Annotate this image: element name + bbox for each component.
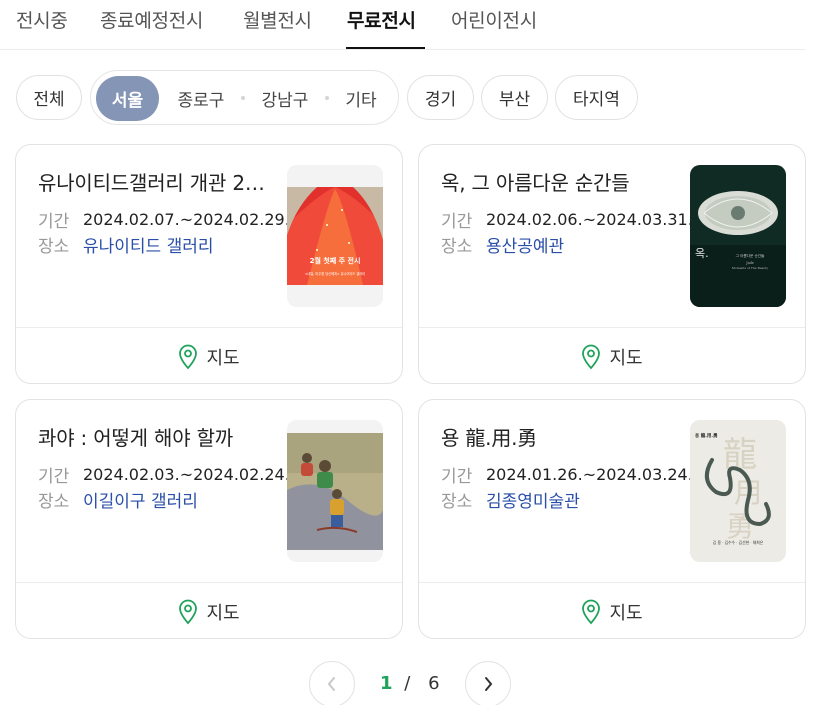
subregion-chip-gangnam[interactable]: 강남구	[253, 76, 317, 121]
region-chip-gyeonggi[interactable]: 경기	[407, 75, 474, 120]
card-footer: 지도	[16, 582, 402, 638]
exhibition-poster[interactable]	[287, 420, 383, 562]
exhibition-title[interactable]: 유나이티드갤러리 개관 2주년 기념전	[38, 167, 278, 196]
page-separator: /	[404, 673, 411, 694]
place-row: 장소 유나이티드 갤러리	[38, 232, 288, 257]
next-page-button[interactable]	[465, 661, 511, 705]
chevron-right-icon	[485, 677, 493, 691]
poster-subline: <내일, 마주할 당신에게> 유나이티드 갤러리	[305, 271, 365, 276]
current-page: 1	[380, 673, 393, 694]
region-chip-all[interactable]: 전체	[16, 75, 82, 120]
chevron-left-icon	[327, 677, 335, 691]
map-pin-icon	[582, 599, 601, 624]
period-label: 기간	[441, 466, 473, 487]
region-chip-other[interactable]: 타지역	[555, 75, 638, 120]
exhibition-card[interactable]: 용 龍.用.勇 기간 2024.01.26.~2024.03.24. 장소 김종…	[418, 399, 806, 639]
poster-subline: 그 아름다운 순간들	[736, 253, 765, 258]
place-row: 장소 김종영미술관	[441, 487, 691, 512]
map-button[interactable]: 지도	[581, 344, 643, 370]
exhibition-poster[interactable]: 옥. 그 아름다운 순간들 Jade Moments of The Beauty	[690, 165, 786, 307]
period-value: 2024.02.06.~2024.03.31.	[486, 209, 691, 229]
map-button[interactable]: 지도	[581, 599, 643, 625]
region-chip-seoul[interactable]: 서울	[96, 76, 159, 121]
exhibition-poster[interactable]: 龍 用 勇 용 龍.用.勇 김 용 · 김수수 · 김선현 · 채희은	[690, 420, 786, 562]
place-link[interactable]: 이길이구 갤러리	[83, 487, 198, 512]
poster-headline: 2월 첫째 주 전시	[310, 256, 361, 265]
exhibition-poster[interactable]: 2월 첫째 주 전시 <내일, 마주할 당신에게> 유나이티드 갤러리	[287, 165, 383, 307]
exhibition-card[interactable]: 옥, 그 아름다운 순간들 기간 2024.02.06.~2024.03.31.…	[418, 144, 806, 384]
place-label: 장소	[38, 491, 70, 512]
tab-ongoing[interactable]: 전시중	[16, 6, 68, 33]
map-pin-icon	[582, 344, 601, 369]
seoul-region-group: 서울 종로구 강남구 기타	[90, 70, 399, 125]
exhibition-card[interactable]: 유나이티드갤러리 개관 2주년 기념전 기간 2024.02.07.~2024.…	[15, 144, 403, 384]
map-button[interactable]: 지도	[178, 599, 240, 625]
card-footer: 지도	[16, 327, 402, 383]
place-link[interactable]: 김종영미술관	[486, 487, 580, 512]
period-row: 기간 2024.02.07.~2024.02.29.	[38, 207, 288, 232]
prev-page-button[interactable]	[309, 661, 355, 705]
separator-dot	[325, 96, 329, 100]
poster-english-subtitle: Moments of The Beauty	[732, 266, 769, 270]
poster-headline: 옥.	[695, 247, 709, 260]
card-footer: 지도	[419, 327, 805, 383]
exhibition-title[interactable]: 옥, 그 아름다운 순간들	[441, 167, 681, 196]
page-indicator: 1 / 6	[380, 673, 440, 694]
active-tab-indicator	[346, 47, 425, 49]
map-pin-icon	[179, 344, 198, 369]
total-pages: 6	[428, 673, 440, 694]
svg-text:勇: 勇	[726, 510, 754, 543]
category-tabs: 전시중 종료예정전시 월별전시 무료전시 어린이전시	[0, 0, 805, 50]
map-label: 지도	[206, 347, 240, 369]
map-label: 지도	[609, 602, 643, 624]
tab-children[interactable]: 어린이전시	[451, 6, 537, 33]
separator-dot	[241, 96, 245, 100]
poster-artists: 김 용 · 김수수 · 김선현 · 채희은	[713, 540, 764, 545]
exhibition-card[interactable]: 콰야 : 어떻게 해야 할까 기간 2024.02.03.~2024.02.24…	[15, 399, 403, 639]
exhibition-title[interactable]: 용 龍.用.勇	[441, 422, 681, 451]
map-label: 지도	[206, 602, 240, 624]
period-row: 기간 2024.01.26.~2024.03.24.	[441, 462, 691, 487]
place-row: 장소 용산공예관	[441, 232, 691, 257]
period-row: 기간 2024.02.03.~2024.02.24.	[38, 462, 288, 487]
period-value: 2024.02.03.~2024.02.24.	[83, 464, 288, 484]
place-label: 장소	[38, 236, 70, 257]
exhibition-title[interactable]: 콰야 : 어떻게 해야 할까	[38, 422, 278, 451]
period-value: 2024.02.07.~2024.02.29.	[83, 209, 288, 229]
tab-ending-soon[interactable]: 종료예정전시	[100, 6, 203, 33]
subregion-chip-jongno[interactable]: 종로구	[169, 76, 233, 121]
period-row: 기간 2024.02.06.~2024.03.31.	[441, 207, 691, 232]
place-row: 장소 이길이구 갤러리	[38, 487, 288, 512]
poster-english-title: Jade	[745, 261, 754, 265]
map-pin-icon	[179, 599, 198, 624]
period-label: 기간	[38, 466, 70, 487]
place-label: 장소	[441, 236, 473, 257]
place-link[interactable]: 유나이티드 갤러리	[83, 232, 214, 257]
region-chip-busan[interactable]: 부산	[481, 75, 548, 120]
tab-free[interactable]: 무료전시	[347, 6, 416, 33]
poster-headline: 용 龍.用.勇	[695, 432, 718, 439]
place-link[interactable]: 용산공예관	[486, 232, 564, 257]
subregion-chip-etc[interactable]: 기타	[337, 76, 385, 121]
map-button[interactable]: 지도	[178, 344, 240, 370]
period-label: 기간	[441, 211, 473, 232]
map-label: 지도	[609, 347, 643, 369]
period-label: 기간	[38, 211, 70, 232]
card-footer: 지도	[419, 582, 805, 638]
period-value: 2024.01.26.~2024.03.24.	[486, 464, 691, 484]
tab-monthly[interactable]: 월별전시	[243, 6, 312, 33]
place-label: 장소	[441, 491, 473, 512]
